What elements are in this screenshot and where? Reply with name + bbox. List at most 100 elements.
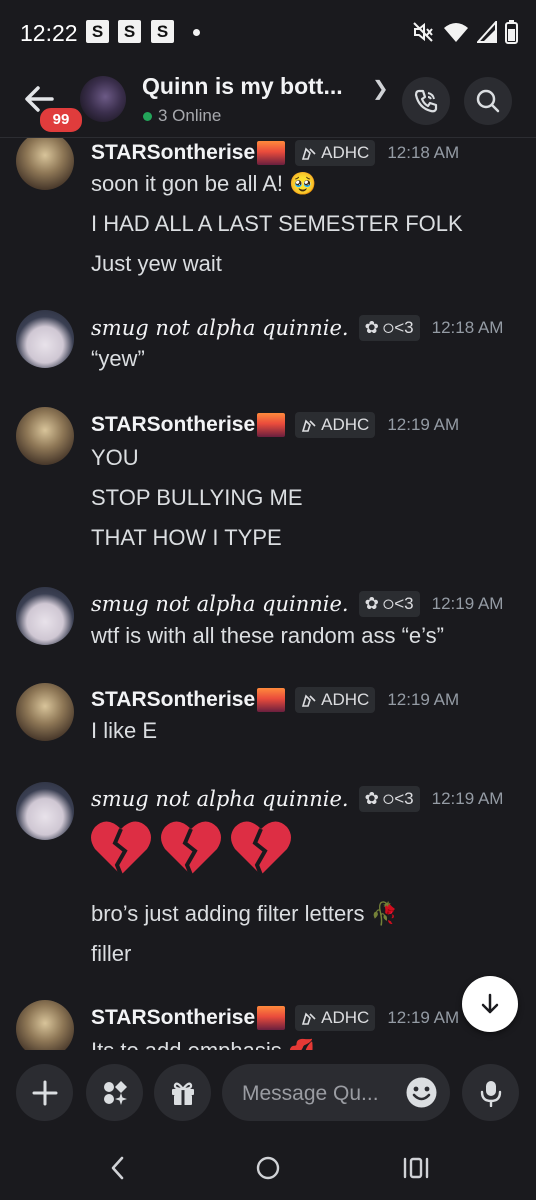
channel-title[interactable]: Quinn is my bott... xyxy=(142,73,343,100)
add-attachment-button[interactable] xyxy=(16,1064,73,1121)
flower-icon: ✿ xyxy=(364,789,379,808)
tag-label: ADHC xyxy=(321,415,370,434)
user-tag[interactable]: ADHC xyxy=(295,140,376,166)
notification-icon: S xyxy=(86,20,109,43)
user-tag[interactable]: ADHC xyxy=(295,1005,376,1031)
message-input-field[interactable] xyxy=(222,1064,450,1123)
user-tag[interactable]: ✿ ੦<3 xyxy=(358,591,420,617)
online-status: 3 Online xyxy=(143,106,221,126)
message-line: I HAD ALL A LAST SEMESTER FOLK xyxy=(91,211,463,236)
message-header: smug not alpha quinnie. ✿ ੦<3 12:18 AM xyxy=(91,313,503,343)
sunset-emoji-icon xyxy=(257,141,286,165)
channel-avatar[interactable] xyxy=(80,76,126,122)
tag-label: ੦<3 xyxy=(382,789,414,808)
flower-icon: ✿ xyxy=(364,318,379,337)
message-line: YOU xyxy=(91,445,139,470)
avatar[interactable] xyxy=(16,782,74,840)
message-line: Its to add emphasis 💋 xyxy=(91,1038,315,1050)
message-list[interactable]: STARSontherise ADHC 12:18 AM soon it gon… xyxy=(0,138,536,1050)
notification-icon: S xyxy=(118,20,141,43)
timestamp: 12:19 AM xyxy=(431,789,504,808)
recents-icon xyxy=(403,1157,429,1179)
jump-to-latest-button[interactable] xyxy=(462,976,518,1032)
tag-icon xyxy=(302,694,316,707)
channel-header: 99 Quinn is my bott... ❯ 3 Online xyxy=(0,62,536,138)
user-tag[interactable]: ✿ ੦<3 xyxy=(358,786,420,812)
message-composer xyxy=(0,1050,536,1136)
nav-recents-button[interactable] xyxy=(396,1150,436,1186)
sunset-emoji-icon xyxy=(257,1006,286,1030)
broken-hearts-emoji-row xyxy=(89,819,293,877)
chevron-left-icon xyxy=(111,1156,124,1180)
message-line: filler xyxy=(91,941,132,966)
tag-label: ੦<3 xyxy=(382,594,414,613)
broken-heart-icon xyxy=(161,821,221,876)
message-line: THAT HOW I TYPE xyxy=(91,525,282,550)
message-input[interactable] xyxy=(240,1064,394,1123)
tag-icon xyxy=(302,147,316,160)
avatar[interactable] xyxy=(16,310,74,368)
username[interactable]: STARSontherise xyxy=(91,1006,255,1030)
nav-back-button[interactable] xyxy=(98,1150,138,1186)
message-header: STARSontherise ADHC 12:19 AM xyxy=(91,410,459,440)
timestamp: 12:19 AM xyxy=(387,1008,460,1027)
message-line: wtf is with all these random ass “e’s” xyxy=(91,623,444,648)
timestamp: 12:18 AM xyxy=(387,143,460,162)
avatar[interactable] xyxy=(16,683,74,741)
online-dot xyxy=(143,111,152,121)
timestamp: 12:19 AM xyxy=(387,690,460,709)
message-line: STOP BULLYING ME xyxy=(91,485,303,510)
flower-icon: ✿ xyxy=(364,594,379,613)
online-count: 3 Online xyxy=(158,106,222,125)
message-header: smug not alpha quinnie. ✿ ੦<3 12:19 AM xyxy=(91,784,503,814)
username[interactable]: smug not alpha quinnie. xyxy=(91,787,349,811)
user-tag[interactable]: ✿ ੦<3 xyxy=(358,315,420,341)
avatar[interactable] xyxy=(16,587,74,645)
arrow-down-icon xyxy=(481,993,499,1014)
mute-icon xyxy=(413,22,433,42)
more-notifications-dot xyxy=(193,29,200,36)
user-tag[interactable]: ADHC xyxy=(295,412,376,438)
tag-label: ADHC xyxy=(321,143,370,162)
nav-home-button[interactable] xyxy=(248,1150,288,1186)
timestamp: 12:19 AM xyxy=(387,415,460,434)
message-line: “yew” xyxy=(91,346,145,371)
avatar[interactable] xyxy=(16,138,74,190)
tag-label: ADHC xyxy=(321,690,370,709)
emoji-icon[interactable] xyxy=(405,1076,438,1109)
avatar[interactable] xyxy=(16,1000,74,1050)
wifi-icon xyxy=(444,23,468,42)
gift-button[interactable] xyxy=(154,1064,211,1121)
call-icon xyxy=(414,89,438,113)
username[interactable]: STARSontherise xyxy=(91,141,255,165)
username[interactable]: smug not alpha quinnie. xyxy=(91,316,349,340)
voice-message-button[interactable] xyxy=(462,1064,519,1121)
tag-label: ੦<3 xyxy=(382,318,414,337)
status-bar: 12:22 S S S xyxy=(0,0,536,62)
username[interactable]: smug not alpha quinnie. xyxy=(91,592,349,616)
call-button[interactable] xyxy=(402,77,450,125)
chevron-right-icon[interactable]: ❯ xyxy=(372,76,389,101)
search-icon xyxy=(476,89,500,113)
message-header: STARSontherise ADHC 12:19 AM xyxy=(91,685,459,715)
tag-label: ADHC xyxy=(321,1008,370,1027)
search-button[interactable] xyxy=(464,77,512,125)
system-navigation-bar xyxy=(0,1136,536,1200)
sunset-emoji-icon xyxy=(257,688,286,712)
apps-icon xyxy=(103,1080,127,1105)
broken-heart-icon xyxy=(91,821,151,876)
battery-icon xyxy=(505,20,518,44)
message-line: I like E xyxy=(91,718,158,743)
status-time: 12:22 xyxy=(20,20,78,46)
apps-button[interactable] xyxy=(86,1064,143,1121)
microphone-icon xyxy=(480,1080,501,1107)
avatar[interactable] xyxy=(16,407,74,465)
timestamp: 12:19 AM xyxy=(431,594,504,613)
signal-icon xyxy=(477,21,497,43)
sunset-emoji-icon xyxy=(257,413,286,437)
user-tag[interactable]: ADHC xyxy=(295,687,376,713)
username[interactable]: STARSontherise xyxy=(91,688,255,712)
message-header: STARSontherise ADHC 12:19 AM xyxy=(91,1003,459,1033)
username[interactable]: STARSontherise xyxy=(91,413,255,437)
notification-icon: S xyxy=(151,20,174,43)
